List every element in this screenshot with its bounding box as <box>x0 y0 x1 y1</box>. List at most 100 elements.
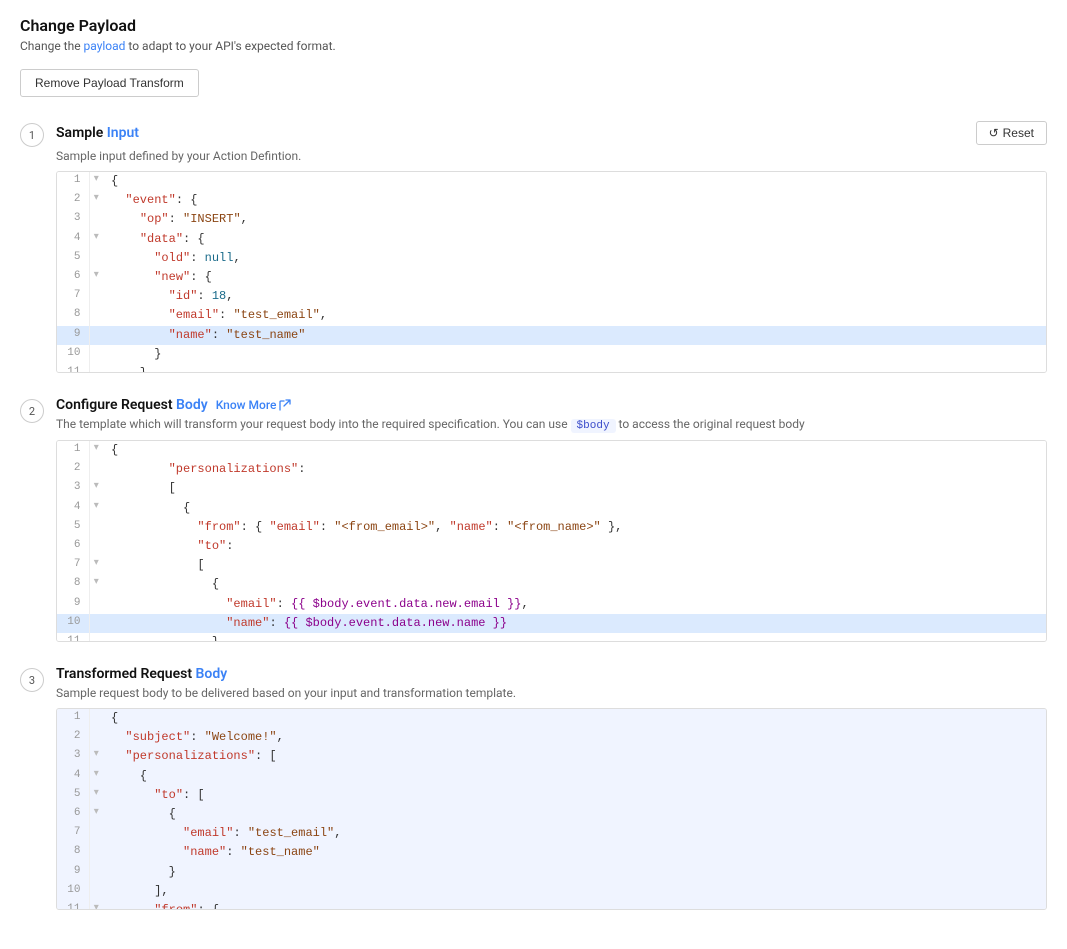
fold-icon[interactable]: ▾ <box>89 172 103 191</box>
code-editor-2[interactable]: 1▾{2 "personalizations":3▾ [4▾ {5 "from"… <box>56 440 1047 642</box>
fold-icon[interactable]: ▾ <box>89 556 103 575</box>
code-content: [ <box>103 479 1046 498</box>
line-number: 7 <box>57 287 89 306</box>
code-content: { <box>103 172 1046 191</box>
code-line: 8 "name": "test_name" <box>57 843 1046 862</box>
section-title-2: Configure Request Body <box>56 397 208 413</box>
fold-icon[interactable]: ▾ <box>89 499 103 518</box>
line-number: 9 <box>57 863 89 882</box>
fold-icon[interactable] <box>89 518 103 537</box>
fold-icon[interactable]: ▾ <box>89 191 103 210</box>
fold-icon[interactable]: ▾ <box>89 268 103 287</box>
line-number: 7 <box>57 556 89 575</box>
line-number: 1 <box>57 441 89 460</box>
code-content: "old": null, <box>103 249 1046 268</box>
line-number: 6 <box>57 805 89 824</box>
fold-icon[interactable] <box>89 728 103 747</box>
code-line: 10 } <box>57 345 1046 364</box>
section-desc-3: Sample request body to be delivered base… <box>56 686 1047 700</box>
fold-icon[interactable] <box>89 287 103 306</box>
know-more-link[interactable]: Know More <box>216 398 277 412</box>
section-2: 2Configure Request BodyKnow More The tem… <box>20 397 1047 642</box>
code-line: 11 }, <box>57 364 1046 372</box>
fold-icon[interactable] <box>89 345 103 364</box>
code-line: 9 "email": {{ $body.event.data.new.email… <box>57 595 1046 614</box>
fold-icon[interactable] <box>89 614 103 633</box>
line-number: 6 <box>57 268 89 287</box>
fold-icon[interactable]: ▾ <box>89 805 103 824</box>
code-line: 3 "op": "INSERT", <box>57 210 1046 229</box>
fold-icon[interactable]: ▾ <box>89 786 103 805</box>
line-number: 10 <box>57 882 89 901</box>
fold-icon[interactable] <box>89 863 103 882</box>
fold-icon[interactable] <box>89 824 103 843</box>
step-circle-2: 2 <box>20 399 44 423</box>
line-number: 3 <box>57 747 89 766</box>
fold-icon[interactable]: ▾ <box>89 230 103 249</box>
code-content: "data": { <box>103 230 1046 249</box>
line-number: 2 <box>57 728 89 747</box>
fold-icon[interactable] <box>89 537 103 556</box>
code-line: 1 { <box>57 709 1046 728</box>
code-content: } <box>103 345 1046 364</box>
fold-icon[interactable] <box>89 326 103 345</box>
line-number: 8 <box>57 575 89 594</box>
external-link-icon <box>279 399 291 411</box>
line-number: 1 <box>57 172 89 191</box>
line-number: 11 <box>57 901 89 909</box>
code-content: "to": <box>103 537 1046 556</box>
section-desc-1: Sample input defined by your Action Defi… <box>56 149 1047 163</box>
code-editor-1[interactable]: 1▾{2▾ "event": {3 "op": "INSERT",4▾ "dat… <box>56 171 1047 373</box>
fold-icon[interactable]: ▾ <box>89 767 103 786</box>
code-line: 4▾ { <box>57 767 1046 786</box>
code-line: 3▾ "personalizations": [ <box>57 747 1046 766</box>
code-line: 4▾ { <box>57 499 1046 518</box>
code-content: "personalizations": [ <box>103 747 1046 766</box>
fold-icon[interactable] <box>89 709 103 728</box>
fold-icon[interactable] <box>89 595 103 614</box>
fold-icon[interactable] <box>89 364 103 372</box>
line-number: 8 <box>57 306 89 325</box>
fold-icon[interactable]: ▾ <box>89 901 103 909</box>
code-content: [ <box>103 556 1046 575</box>
fold-icon[interactable]: ▾ <box>89 575 103 594</box>
fold-icon[interactable] <box>89 633 103 641</box>
page-title: Change Payload <box>20 16 1047 35</box>
section-1: 1Sample Input↺ ResetSample input defined… <box>20 121 1047 373</box>
code-line: 1▾{ <box>57 172 1046 191</box>
code-line: 9 } <box>57 863 1046 882</box>
fold-icon[interactable]: ▾ <box>89 441 103 460</box>
code-line: 10 ], <box>57 882 1046 901</box>
section-3: 3Transformed Request BodySample request … <box>20 666 1047 910</box>
remove-payload-transform-button[interactable]: Remove Payload Transform <box>20 69 199 97</box>
code-line: 5 "from": { "email": "<from_email>", "na… <box>57 518 1046 537</box>
fold-icon[interactable] <box>89 843 103 862</box>
fold-icon[interactable]: ▾ <box>89 479 103 498</box>
fold-icon[interactable] <box>89 210 103 229</box>
code-content: "name": "test_name" <box>103 326 1046 345</box>
fold-icon[interactable] <box>89 306 103 325</box>
fold-icon[interactable]: ▾ <box>89 747 103 766</box>
code-content: "subject": "Welcome!", <box>103 728 1046 747</box>
line-number: 9 <box>57 595 89 614</box>
line-number: 10 <box>57 345 89 364</box>
line-number: 7 <box>57 824 89 843</box>
code-content: "email": "test_email", <box>103 306 1046 325</box>
code-content: ], <box>103 882 1046 901</box>
code-content: "from": { "email": "<from_email>", "name… <box>103 518 1046 537</box>
code-content: } <box>103 633 1046 641</box>
code-content: { <box>103 499 1046 518</box>
fold-icon[interactable] <box>89 882 103 901</box>
code-content: "op": "INSERT", <box>103 210 1046 229</box>
code-line: 6▾ "new": { <box>57 268 1046 287</box>
code-line: 4▾ "data": { <box>57 230 1046 249</box>
code-content: "new": { <box>103 268 1046 287</box>
code-line: 11 } <box>57 633 1046 641</box>
fold-icon[interactable] <box>89 460 103 479</box>
code-editor-3[interactable]: 1 {2 "subject": "Welcome!",3▾ "personali… <box>56 708 1047 910</box>
line-number: 11 <box>57 364 89 372</box>
code-content: { <box>103 767 1046 786</box>
fold-icon[interactable] <box>89 249 103 268</box>
reset-button[interactable]: ↺ Reset <box>976 121 1047 145</box>
line-number: 9 <box>57 326 89 345</box>
